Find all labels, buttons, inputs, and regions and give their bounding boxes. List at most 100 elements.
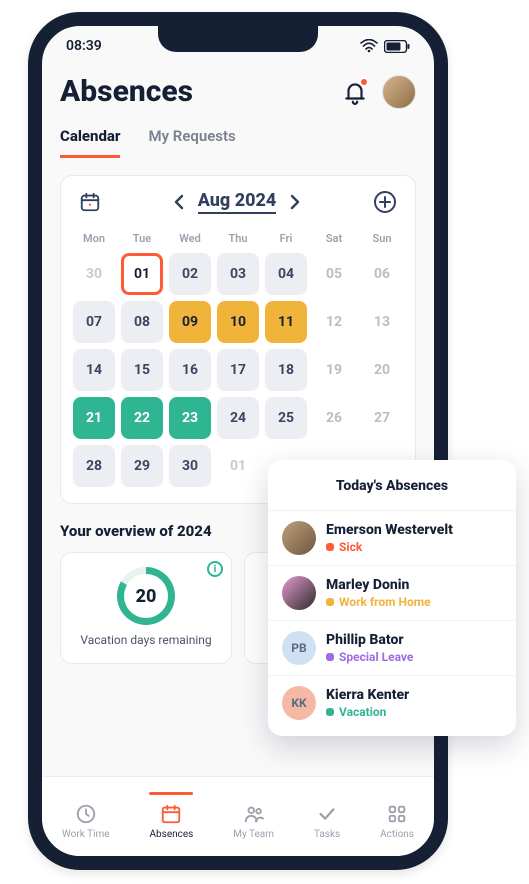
nav-work-time[interactable]: Work Time [62,793,110,840]
absence-name: Phillip Bator [326,632,413,648]
calendar-day[interactable]: 09 [169,301,211,343]
absence-item[interactable]: KK Kierra Kenter Vacation [268,675,516,730]
next-month-button[interactable] [288,194,302,210]
calendar-day[interactable]: 30 [169,445,211,487]
status-icons [360,39,410,53]
tab-my-requests[interactable]: My Requests [148,127,235,158]
absence-item[interactable]: Emerson Westervelt Sick [268,510,516,565]
notification-dot [359,77,369,87]
calendar-day[interactable]: 08 [121,301,163,343]
avatar [282,576,316,610]
nav-actions[interactable]: Actions [380,793,414,840]
calendar-day[interactable]: 22 [121,397,163,439]
calendar-day[interactable]: 11 [265,301,307,343]
weekday-label: Sun [361,232,403,245]
absence-name: Marley Donin [326,577,431,593]
vacation-value: 20 [136,586,157,607]
header-actions [342,75,416,109]
nav-my-team[interactable]: My Team [233,793,274,840]
calendar-day[interactable]: 05 [313,253,355,295]
vacation-card[interactable]: i 20 Vacation days remaining [60,552,232,664]
todays-absences-popover: Today's Absences Emerson Westervelt Sick M… [268,460,516,736]
chevron-left-icon [172,194,186,210]
weekday-label: Wed [169,232,211,245]
team-icon [243,803,265,825]
calendar-day[interactable]: 10 [217,301,259,343]
calendar-day[interactable]: 23 [169,397,211,439]
status-time: 08:39 [66,38,102,54]
add-button[interactable] [373,190,397,214]
weekday-row: Mon Tue Wed Thu Fri Sat Sun [73,232,403,245]
tabs: Calendar My Requests [60,127,416,159]
nav-tasks[interactable]: Tasks [314,793,340,840]
profile-avatar[interactable] [382,75,416,109]
prev-month-button[interactable] [172,194,186,210]
absence-item[interactable]: Marley Donin Work from Home [268,565,516,620]
weekday-label: Tue [121,232,163,245]
weekday-label: Sat [313,232,355,245]
notch [158,24,318,52]
calendar-day[interactable]: 02 [169,253,211,295]
calendar-day[interactable]: 27 [361,397,403,439]
avatar [282,521,316,555]
absence-name: Emerson Westervelt [326,522,453,538]
chevron-right-icon [288,194,302,210]
absence-item[interactable]: PBPhillip BatorSpecial Leave [268,620,516,675]
calendar-day[interactable]: 29 [121,445,163,487]
absences-list: Emerson Westervelt Sick Marley Donin Work f… [268,510,516,730]
notifications-button[interactable] [342,79,368,105]
calendar-card: Aug 2024 MonTueWedThuFriSatSun 300102030… [60,175,416,504]
nav-label: Work Time [62,829,110,840]
page-title: Absences [60,74,193,109]
check-icon [316,803,338,825]
weekday-label: Fri [265,232,307,245]
calendar-day[interactable]: 12 [313,301,355,343]
calendar-day[interactable]: 18 [265,349,307,391]
calendar-day[interactable]: 07 [73,301,115,343]
status-dot [326,653,334,661]
month-label[interactable]: Aug 2024 [198,190,277,214]
nav-label: Absences [150,829,194,840]
absence-status: Work from Home [326,595,431,609]
calendar-day[interactable]: 26 [313,397,355,439]
absence-name: Kierra Kenter [326,687,409,703]
tab-calendar[interactable]: Calendar [60,127,120,158]
calendar-day[interactable]: 17 [217,349,259,391]
nav-absences[interactable]: Absences [150,793,194,840]
calendar-day[interactable]: 16 [169,349,211,391]
calendar-nav-icon [160,803,182,825]
calendar-day[interactable]: 01 [121,253,163,295]
calendar-day[interactable]: 28 [73,445,115,487]
bottom-nav: Work Time Absences My Team Tasks Actions [42,776,434,856]
info-icon[interactable]: i [207,561,223,577]
calendar-day[interactable]: 15 [121,349,163,391]
calendar-day[interactable]: 06 [361,253,403,295]
calendar-day[interactable]: 14 [73,349,115,391]
avatar: KK [282,686,316,720]
popover-title: Today's Absences [280,472,504,500]
weekday-label: Mon [73,232,115,245]
calendar-day[interactable]: 30 [73,253,115,295]
month-nav: Aug 2024 [172,190,303,214]
absence-status: Vacation [326,705,409,719]
calendar-day[interactable]: 13 [361,301,403,343]
status-dot [326,598,334,606]
grid-icon [386,803,408,825]
calendar-icon[interactable] [79,191,101,213]
calendar-day[interactable]: 25 [265,397,307,439]
calendar-day[interactable]: 01 [217,445,259,487]
calendar-day[interactable]: 04 [265,253,307,295]
calendar-day[interactable]: 20 [361,349,403,391]
calendar-day[interactable]: 03 [217,253,259,295]
days-grid: 3001020304050607080910111213141516171819… [73,253,403,487]
calendar-day[interactable]: 19 [313,349,355,391]
phone-frame: 08:39 Absences Calendar My Requests [28,12,448,870]
weekday-label: Thu [217,232,259,245]
calendar-day[interactable]: 21 [73,397,115,439]
battery-icon [384,40,410,53]
wifi-icon [360,39,378,53]
avatar: PB [282,631,316,665]
vacation-ring: 20 [117,567,175,625]
absence-status: Sick [326,540,453,554]
calendar-day[interactable]: 24 [217,397,259,439]
